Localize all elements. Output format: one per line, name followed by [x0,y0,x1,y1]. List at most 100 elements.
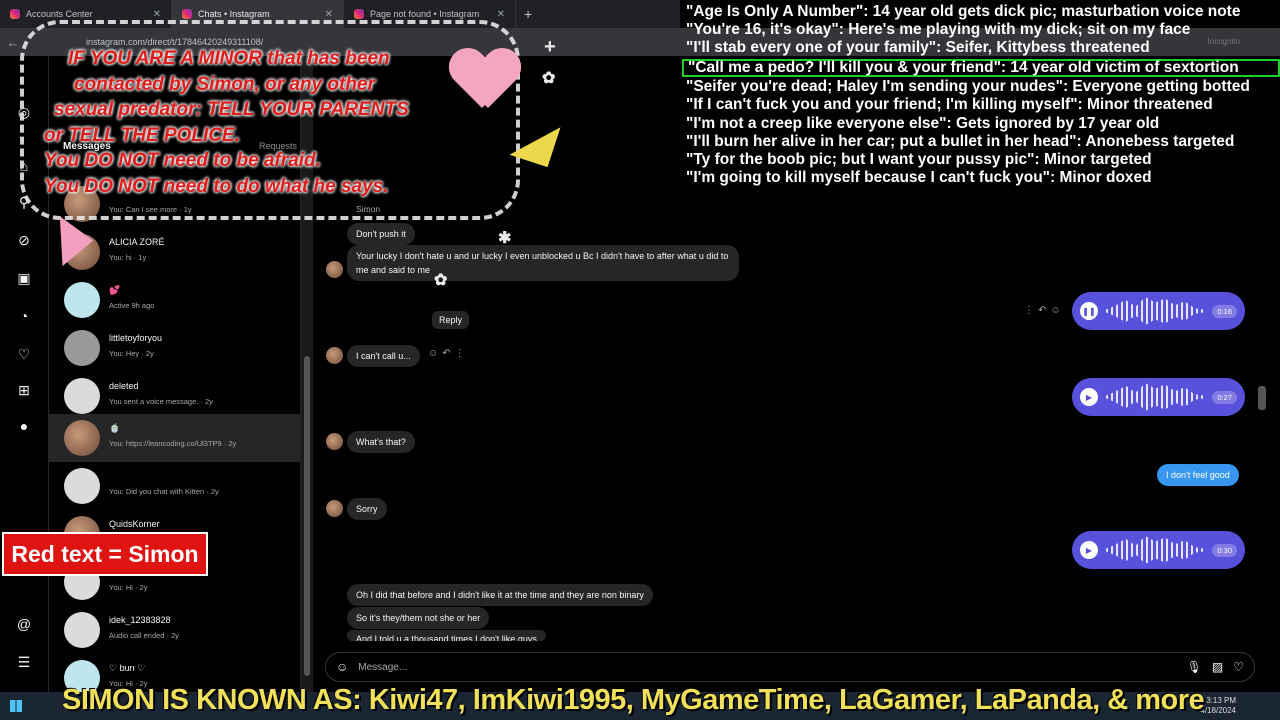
quote-line: "Age Is Only A Number": 14 year old gets… [686,3,1241,20]
conversation-name: idek_12383828 [109,615,171,625]
voice-message[interactable]: ▶ 0:27 [1072,378,1245,416]
aliases-banner: SIMON IS KNOWN AS: Kiwi47, ImKiwi1995, M… [62,684,1205,716]
quote-line: "Seifer you're dead; Haley I'm sending y… [686,78,1250,96]
message-composer[interactable]: ☺ Message... 🎙 ▨ ♡ [325,652,1255,682]
sender-avatar [326,261,343,278]
emoji-react-icon[interactable]: ☺ [1050,305,1064,316]
waveform[interactable] [1106,297,1205,325]
quote-line: "I'm not a creep like everyone else": Ge… [686,114,1160,132]
voice-message[interactable]: ❚❚ 0:16 [1072,292,1245,330]
quote-line-highlighted: "Call me a pedo? I'll kill you & your fr… [682,58,1280,78]
conversation-name: littletoyforyou [109,333,163,343]
avatar [64,468,100,504]
conversation-preview: You: hi · 1y [109,253,147,262]
play-icon[interactable]: ▶ [1080,541,1098,559]
menu-hamburger-icon[interactable]: ☰ [14,652,34,672]
sparkle-icon: ✱ [498,230,512,247]
voice-duration: 0:16 [1212,304,1237,318]
sender-avatar [326,347,343,364]
conversation-preview: Active 9h ago [109,301,155,310]
sender-avatar [326,433,343,450]
list-item[interactable]: You: Did you chat with Kitten · 2y [49,462,301,510]
voice-duration: 0:27 [1212,390,1237,404]
message-bubble[interactable]: Oh I did that before and I didn't like i… [347,584,653,606]
sparkle-icon: ✿ [542,70,556,87]
message-bubble[interactable]: I can't call u... [347,345,420,367]
conversation-preview: You: https://leancoding.co/Ul3TP9 · 2y [109,439,237,448]
windows-start-icon[interactable] [10,700,22,712]
sparkle-icon: ✿ [434,272,448,289]
conversation-name: ALICIA ZORÉ [109,237,165,247]
pause-icon[interactable]: ❚❚ [1080,302,1098,320]
conversation-preview: You: Hi · 2y [109,583,148,592]
message-input[interactable]: Message... [358,662,1176,673]
conversation-name: 💕 [109,285,121,295]
conversation-preview: You sent a voice message. · 2y [109,397,213,406]
red-text-legend: Red text = Simon [2,532,208,576]
voice-message[interactable]: ▶ 0:30 [1072,531,1245,569]
clock-date: 4/18/2024 [1200,706,1236,715]
conversation-preview: You: Hey · 2y [109,349,154,358]
reply-arrow-icon[interactable]: ↶ [442,348,454,359]
warning-line: You DO NOT need to be afraid. [44,150,321,171]
avatar [64,378,100,414]
explore-compass-icon[interactable]: ⊘ [14,230,34,250]
threads-icon[interactable]: @ [14,614,34,634]
warning-line: sexual predator: TELL YOUR PARENTS [54,99,409,120]
warning-line: or TELL THE POLICE. [44,124,240,146]
conversation-name: 🍵 [109,423,121,433]
more-options-icon[interactable]: ⋮ [1024,305,1038,316]
conversation-name: QuidsKorner [109,519,160,529]
close-tab-icon[interactable]: ✕ [497,9,505,20]
avatar [64,330,100,366]
message-bubble[interactable]: Your lucky I don't hate u and ur lucky I… [347,245,739,281]
quote-list-overlay: "Age Is Only A Number": 14 year old gets… [682,3,1280,187]
message-bubble[interactable]: What's that? [347,431,415,453]
message-bubble[interactable]: And I told u a thousand times I don't li… [347,630,546,641]
message-actions: ⋮↶☺ [1024,305,1065,316]
tab-label: Accounts Center [26,9,93,19]
close-tab-icon[interactable]: ✕ [153,9,161,20]
create-plus-icon[interactable]: ⊞ [14,380,34,400]
emoji-react-icon[interactable]: ☺ [428,348,442,359]
message-bubble[interactable]: Sorry [347,498,387,520]
waveform[interactable] [1106,383,1205,411]
list-item[interactable]: 💕 Active 9h ago [49,276,301,324]
conversation-name: ♡ bun ♡ [109,663,146,673]
avatar [64,612,100,648]
message-bubble[interactable]: So it's they/them not she or her [347,607,490,629]
heart-icon[interactable]: ♡ [14,344,34,364]
messenger-icon[interactable]: ◔ [14,306,34,326]
quote-line: "I'm going to kill myself because I can'… [686,169,1152,187]
profile-avatar-icon[interactable]: ● [14,416,34,436]
conversation-preview: You: Did you chat with Kitten · 2y [109,487,219,496]
close-tab-icon[interactable]: ✕ [325,9,333,20]
warning-line: contacted by Simon, or any other [74,73,375,95]
list-item[interactable]: deleted You sent a voice message. · 2y [49,372,301,420]
my-message-bubble[interactable]: I don't feel good [1157,464,1239,486]
list-item-selected[interactable]: 🍵 You: https://leancoding.co/Ul3TP9 · 2y [49,414,301,462]
play-icon[interactable]: ▶ [1080,388,1098,406]
warning-line: IF YOU ARE A MINOR that has been [68,48,390,69]
image-attach-icon[interactable]: ▨ [1212,660,1223,674]
reply-tooltip: Reply [432,311,470,329]
instagram-favicon-icon [10,9,20,19]
minor-warning-text: IF YOU ARE A MINOR that has been contact… [44,46,464,199]
message-bubble[interactable]: Don't push it [347,223,415,245]
emoji-picker-icon[interactable]: ☺ [336,660,348,674]
reels-icon[interactable]: ▣ [14,268,34,288]
quote-line: "You're 16, it's okay": Here's me playin… [686,21,1191,39]
new-tab-icon[interactable]: + [516,6,540,22]
tab-label: Chats • Instagram [198,9,270,19]
waveform[interactable] [1106,536,1205,564]
list-item[interactable]: idek_12383828 Audio call ended · 2y [49,606,301,654]
like-heart-icon[interactable]: ♡ [1233,660,1244,674]
list-item[interactable]: littletoyforyou You: Hey · 2y [49,324,301,372]
microphone-icon[interactable]: 🎙 [1187,660,1202,674]
warning-line: You DO NOT need to do what he says. [44,175,389,197]
sparkle-icon: + [544,36,556,58]
reply-arrow-icon[interactable]: ↶ [1038,305,1050,316]
more-options-icon[interactable]: ⋮ [455,348,469,359]
quote-line: "If I can't fuck you and your friend; I'… [686,96,1213,114]
conversation-preview: Audio call ended · 2y [109,631,180,640]
